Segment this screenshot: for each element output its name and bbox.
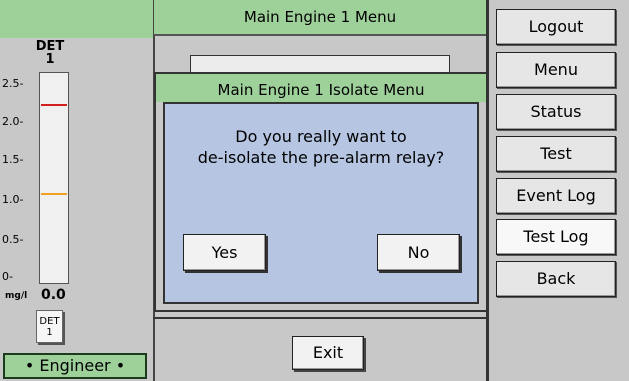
dialog-message: Do you really want to de-isolate the pre…: [165, 126, 477, 168]
back-button[interactable]: Back: [496, 261, 616, 297]
tick-label-2-0: 2.0-: [2, 115, 24, 128]
exit-button[interactable]: Exit: [292, 336, 364, 370]
dialog-message-line2: de-isolate the pre-alarm relay?: [197, 148, 445, 167]
detector-panel-header: [0, 0, 153, 38]
tick-label-0: 0-: [2, 270, 13, 283]
status-button[interactable]: Status: [496, 94, 616, 130]
no-button[interactable]: No: [377, 234, 460, 271]
main-menu-title: Main Engine 1 Menu: [154, 0, 486, 36]
menu-button[interactable]: Menu: [496, 52, 616, 88]
tick-label-1-5: 1.5-: [2, 153, 24, 166]
detector-button-line1: DET: [39, 316, 60, 327]
detector-select-button[interactable]: DET 1: [36, 310, 63, 343]
user-role-badge: • Engineer •: [3, 353, 147, 379]
dialog-body: Do you really want to de-isolate the pre…: [163, 102, 479, 304]
reading-value: 0.0: [41, 287, 66, 303]
dialog-message-line1: Do you really want to: [235, 127, 407, 146]
logout-button[interactable]: Logout: [496, 9, 616, 45]
unit-label: mg/l: [5, 291, 28, 301]
dialog-title: Main Engine 1 Isolate Menu: [156, 74, 486, 102]
detector-button-line2: 1: [46, 327, 53, 338]
test-log-button[interactable]: Test Log: [496, 219, 616, 255]
tick-label-0-5: 0.5-: [2, 233, 24, 246]
event-log-button[interactable]: Event Log: [496, 178, 616, 214]
test-button[interactable]: Test: [496, 136, 616, 172]
tick-label-2-5: 2.5-: [2, 77, 24, 90]
prealarm-level-line: [41, 193, 67, 195]
detector-title-line2: 1: [45, 52, 55, 67]
tick-label-1-0: 1.0-: [2, 193, 24, 206]
bottom-separator: [153, 317, 488, 319]
alarm-level-line: [41, 104, 67, 106]
detector-title: DET 1: [0, 40, 100, 66]
concentration-bar: [39, 72, 69, 284]
isolate-confirm-dialog: Main Engine 1 Isolate Menu Do you really…: [154, 72, 488, 312]
yes-button[interactable]: Yes: [183, 234, 266, 271]
